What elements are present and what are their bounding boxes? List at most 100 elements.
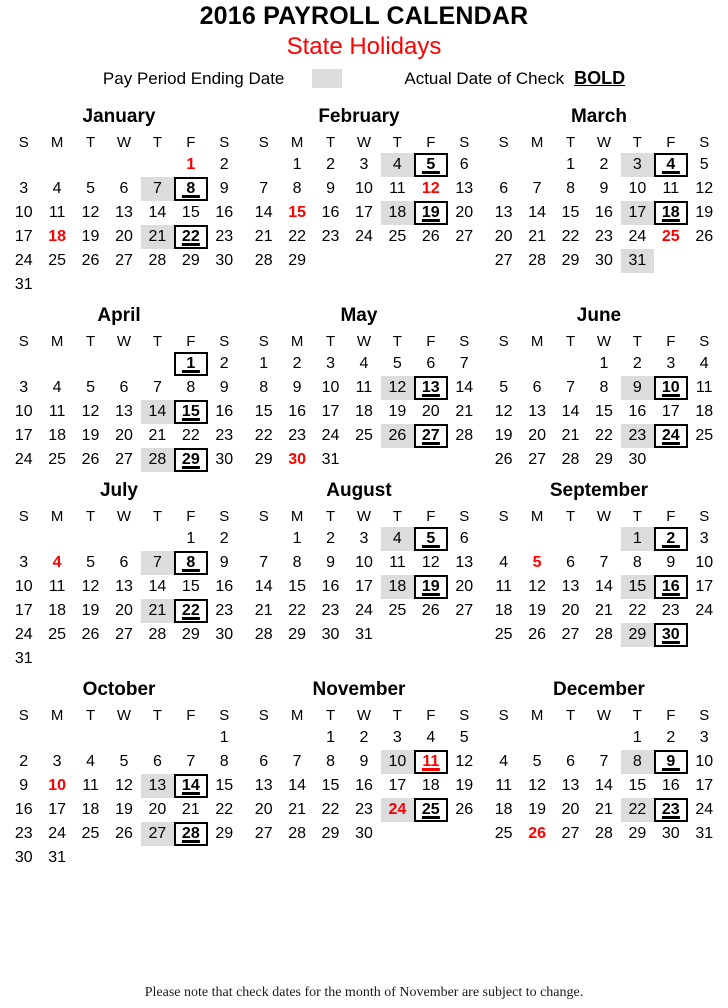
day-cell: 11 <box>40 400 73 424</box>
day-cell: 27 <box>247 822 280 846</box>
day-cell: 2 <box>208 527 241 551</box>
day-cell: 5 <box>74 177 107 201</box>
pay-period-end-february-4: 4 <box>380 153 415 177</box>
month-march: March S M T W T F S 1 2 3 4 5 6 7 8 9 10 11 12 13 14 15 16 17 18 1… <box>484 106 724 297</box>
day-january-2: 2 <box>219 156 229 173</box>
day-cell: 6 <box>487 177 520 201</box>
day-august-11: 11 <box>389 554 406 571</box>
day-july-19: 19 <box>81 602 100 619</box>
weekday-header: T <box>392 507 402 525</box>
weekday-header: M <box>50 133 64 151</box>
day-january-6: 6 <box>119 180 129 197</box>
day-cell: 25 <box>40 249 73 273</box>
day-cell: 10 <box>7 400 40 424</box>
check-date-may-13: 13 <box>414 376 448 400</box>
day-cell: 20 <box>414 400 447 424</box>
day-cell: 6 <box>107 177 140 201</box>
day-december-4: 4 <box>499 753 509 770</box>
day-empty <box>554 726 587 750</box>
weekday-header: F <box>666 332 676 350</box>
day-october-20: 20 <box>148 801 167 818</box>
day-cell: 5 <box>107 750 140 774</box>
weekday-header: S <box>498 507 509 525</box>
state-holiday-october-10: 10 <box>48 777 67 794</box>
weekday-header: T <box>565 332 576 350</box>
pay-period-end-november-10: 10 <box>380 750 415 774</box>
day-cell: 21 <box>448 400 481 424</box>
day-april-12: 12 <box>81 403 100 420</box>
weekday-header: W <box>596 706 612 724</box>
day-april-13: 13 <box>115 403 133 420</box>
day-cell: 28 <box>141 623 174 647</box>
day-cell: 28 <box>140 448 175 472</box>
month-title: December <box>553 679 645 700</box>
day-may-20: 20 <box>421 403 440 420</box>
day-september-28: 28 <box>595 626 613 643</box>
check-date-june-24: 24 <box>654 424 688 448</box>
day-empty <box>448 249 481 273</box>
week-row: 7 8 9 10 11 12 13 <box>247 177 481 201</box>
week-row: 21 22 23 24 25 26 27 <box>247 225 481 249</box>
day-cell: 23 <box>587 225 620 249</box>
day-cell: 25 <box>40 448 73 472</box>
day-cell: 5 <box>414 153 448 177</box>
day-cell: 2 <box>7 750 40 774</box>
day-june-4: 4 <box>699 355 709 372</box>
weekday-header: T <box>325 332 336 350</box>
day-cell: 16 <box>314 575 347 599</box>
weekday-header: T <box>152 507 162 525</box>
day-empty <box>174 726 207 750</box>
day-march-9: 9 <box>599 180 609 197</box>
weekday-header: M <box>50 706 64 724</box>
day-cell-empty <box>487 352 520 376</box>
day-june-6: 6 <box>532 379 542 396</box>
day-cell: 13 <box>487 201 520 225</box>
day-june-11: 11 <box>695 379 713 396</box>
day-cell: 15 <box>247 400 280 424</box>
day-cell: 3 <box>347 527 380 551</box>
day-cell-empty <box>487 527 520 551</box>
day-cell: 16 <box>587 201 620 225</box>
day-cell: 26 <box>414 599 447 623</box>
day-cell: 27 <box>140 822 175 846</box>
day-february-10: 10 <box>355 180 373 197</box>
day-cell: 28 <box>587 623 620 647</box>
day-cell: 6 <box>414 352 447 376</box>
day-cell: 23 <box>314 225 347 249</box>
day-february-23: 23 <box>321 228 340 245</box>
week-row: 1 2 3 4 <box>487 352 721 376</box>
day-cell: 4 <box>40 551 73 575</box>
week-row: 13 14 15 16 17 18 19 <box>247 774 481 798</box>
day-january-11: 11 <box>48 204 66 221</box>
day-cell: 15 <box>280 575 313 599</box>
day-cell: 20 <box>554 798 587 822</box>
day-february-24: 24 <box>355 228 373 245</box>
day-empty <box>587 527 620 551</box>
day-november-15: 15 <box>321 777 340 794</box>
day-december-17: 17 <box>695 777 714 794</box>
day-cell: 5 <box>414 527 448 551</box>
day-cell: 19 <box>107 798 140 822</box>
day-may-29: 29 <box>254 451 273 468</box>
day-cell: 3 <box>347 153 380 177</box>
day-cell: 6 <box>247 750 280 774</box>
day-cell: 17 <box>7 424 40 448</box>
day-cell: 24 <box>347 599 380 623</box>
month-table: S M T W T F S 1 2 3 4 5 6 7 8 9 10 11 12 13 14 15 16 17 18 19 20 21… <box>247 131 481 273</box>
day-cell: 18 <box>380 201 415 225</box>
day-august-23: 23 <box>321 602 340 619</box>
day-cell: 11 <box>347 376 380 400</box>
day-august-26: 26 <box>421 602 440 619</box>
day-cell: 21 <box>280 798 313 822</box>
day-empty <box>208 273 241 297</box>
day-cell: 28 <box>247 623 280 647</box>
day-empty <box>688 249 721 273</box>
day-empty <box>654 448 687 472</box>
weekday-header: F <box>666 133 676 151</box>
day-cell: 22 <box>247 424 280 448</box>
day-september-24: 24 <box>695 602 714 619</box>
day-may-28: 28 <box>455 427 474 444</box>
day-cell: 14 <box>141 575 174 599</box>
day-cell-empty <box>174 273 207 297</box>
day-cell-empty <box>174 647 207 671</box>
